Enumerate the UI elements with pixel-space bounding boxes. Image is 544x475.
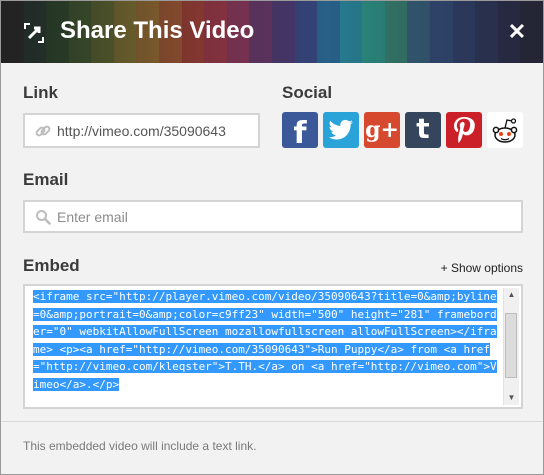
pinterest-button[interactable]: [446, 112, 482, 148]
scroll-thumb[interactable]: [505, 313, 517, 378]
reddit-button[interactable]: [487, 112, 523, 148]
close-icon: ✕: [507, 19, 527, 44]
google-plus-icon: g+: [365, 117, 399, 143]
link-label: Link: [23, 83, 58, 102]
google-plus-button[interactable]: g+: [364, 112, 400, 148]
facebook-icon: f: [293, 115, 307, 149]
dialog-header: Share This Video ✕: [1, 1, 543, 63]
embed-code-text[interactable]: <iframe src="http://player.vimeo.com/vid…: [33, 288, 497, 408]
social-buttons: f g+ t: [282, 112, 523, 148]
share-dialog: Share This Video ✕ Link Social f g+ t: [0, 0, 544, 475]
reddit-icon: [492, 118, 518, 143]
link-icon: [35, 125, 51, 136]
scroll-up-icon[interactable]: ▲: [504, 288, 519, 302]
twitter-icon: [328, 119, 353, 140]
scroll-down-icon[interactable]: ▼: [504, 391, 519, 405]
embed-label: Embed: [23, 256, 80, 275]
email-input[interactable]: [57, 202, 513, 231]
pinterest-icon: [454, 117, 475, 143]
facebook-button[interactable]: f: [282, 112, 318, 148]
embed-code-selection: <iframe src="http://player.vimeo.com/vid…: [33, 290, 497, 391]
tumblr-icon: t: [416, 112, 430, 145]
embed-scrollbar[interactable]: ▲ ▼: [503, 288, 519, 405]
email-field[interactable]: [23, 200, 523, 233]
footer-note: This embedded video will include a text …: [23, 439, 257, 453]
link-input[interactable]: [57, 115, 250, 146]
search-icon: [36, 209, 51, 225]
link-field[interactable]: [23, 113, 260, 148]
close-button[interactable]: ✕: [507, 21, 527, 43]
twitter-button[interactable]: [323, 112, 359, 148]
dialog-title: Share This Video: [60, 17, 255, 44]
footer-divider: [1, 421, 543, 422]
email-label: Email: [23, 170, 69, 189]
tumblr-button[interactable]: t: [405, 112, 441, 148]
share-logo-icon: [24, 23, 44, 43]
social-label: Social: [282, 83, 333, 102]
show-options-link[interactable]: + Show options: [441, 261, 523, 275]
embed-code-box[interactable]: <iframe src="http://player.vimeo.com/vid…: [23, 284, 523, 409]
